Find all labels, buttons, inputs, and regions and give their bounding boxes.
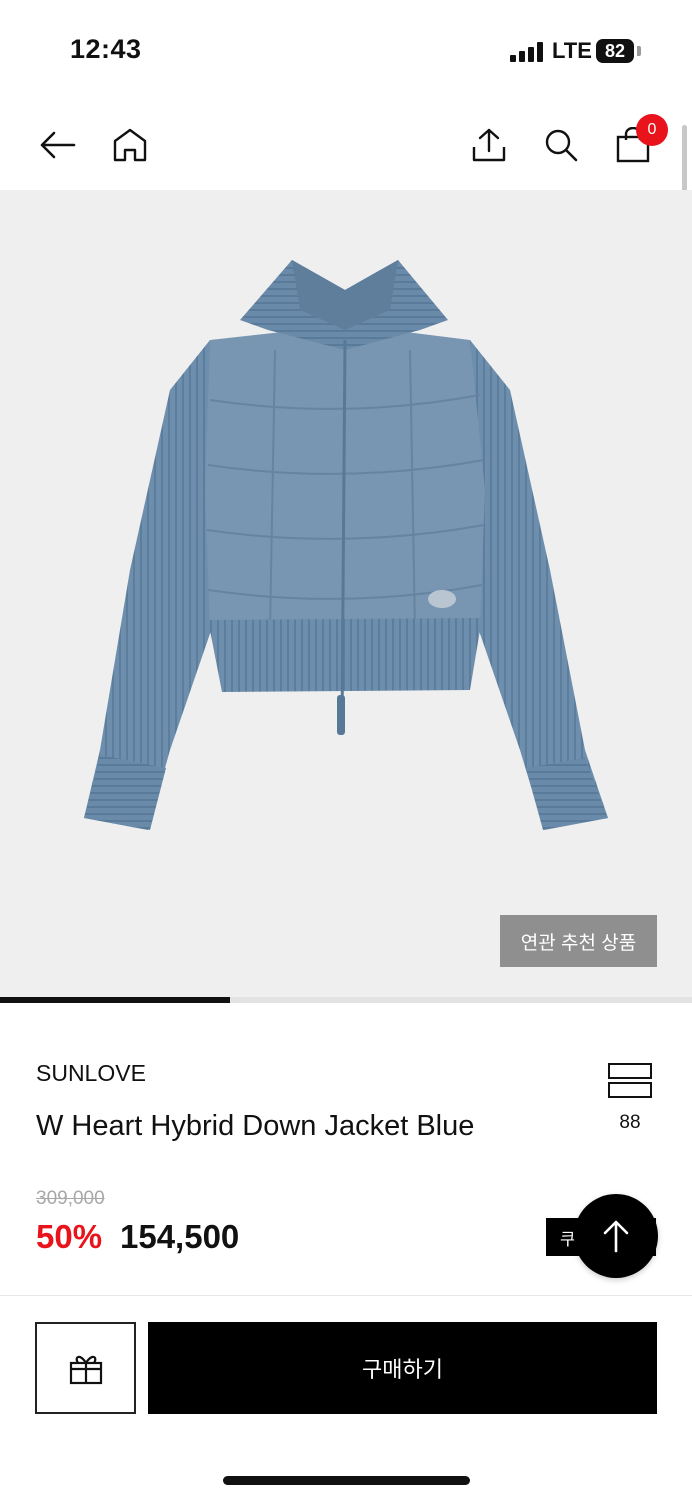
network-label: LTE bbox=[552, 38, 592, 63]
home-indicator[interactable] bbox=[223, 1476, 470, 1485]
home-icon bbox=[113, 128, 147, 162]
gift-button[interactable] bbox=[35, 1322, 136, 1414]
product-image bbox=[84, 260, 608, 830]
bookmark-icon[interactable] bbox=[606, 1062, 654, 1100]
search-button[interactable] bbox=[538, 122, 584, 168]
share-button[interactable] bbox=[466, 122, 512, 168]
original-price: 309,000 bbox=[36, 1188, 105, 1209]
top-navigation bbox=[0, 100, 692, 190]
buy-button[interactable]: 구매하기 bbox=[148, 1322, 657, 1414]
brand-name[interactable]: SUNLOVE bbox=[36, 1060, 146, 1087]
battery-icon: 82 bbox=[596, 39, 634, 63]
product-title: W Heart Hybrid Down Jacket Blue bbox=[36, 1110, 475, 1142]
gallery-progress-fill bbox=[0, 997, 231, 1003]
status-bar: 12:43 LTE 82 bbox=[0, 0, 692, 100]
sale-price: 154,500 bbox=[120, 1218, 240, 1255]
scroll-to-top-button[interactable] bbox=[574, 1194, 658, 1278]
back-button[interactable] bbox=[34, 122, 80, 168]
product-image-gallery[interactable]: 연관 추천 상품 bbox=[0, 190, 692, 1000]
bottom-bar-divider bbox=[0, 1295, 692, 1296]
discount-rate: 50% bbox=[36, 1218, 103, 1255]
gallery-progress-bar bbox=[0, 997, 692, 1003]
gift-icon bbox=[69, 1355, 102, 1385]
back-arrow-icon bbox=[40, 131, 76, 159]
arrow-up-icon bbox=[603, 1220, 629, 1253]
related-products-button[interactable]: 연관 추천 상품 bbox=[500, 915, 657, 967]
bookmark-count: 88 bbox=[619, 1112, 641, 1133]
cart-count-badge: 0 bbox=[636, 114, 668, 146]
share-icon bbox=[472, 128, 506, 162]
status-time: 12:43 bbox=[70, 34, 142, 64]
search-icon bbox=[545, 129, 578, 162]
battery-nub bbox=[637, 46, 641, 56]
signal-icon bbox=[510, 42, 543, 62]
home-button[interactable] bbox=[107, 122, 153, 168]
